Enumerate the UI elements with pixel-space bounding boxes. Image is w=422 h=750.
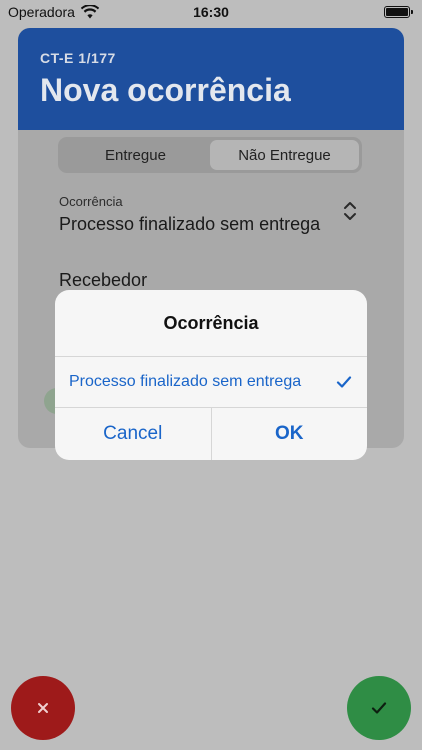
battery-icon [384,6,413,18]
confirm-fab[interactable] [347,676,411,740]
cte-subtitle: CT-E 1/177 [40,50,116,66]
checkmark-icon [336,376,352,388]
dialog-actions: Cancel OK [55,408,367,460]
card-header: CT-E 1/177 Nova ocorrência [18,28,404,130]
status-left: Operadora [8,4,99,20]
dialog-title: Ocorrência [55,290,367,357]
ok-button[interactable]: OK [210,408,368,460]
ocorrencia-label: Ocorrência [59,194,123,209]
chevron-up-down-icon[interactable] [342,200,358,222]
ocorrencia-picker-value[interactable]: Processo finalizado sem entrega [59,214,320,235]
page-title: Nova ocorrência [40,72,291,108]
segment-entregue[interactable]: Entregue [61,140,210,170]
dialog-option-label: Processo finalizado sem entrega [69,373,302,390]
checkmark-icon [371,702,387,714]
wifi-icon [80,5,99,19]
carrier-label: Operadora [8,4,75,20]
cancel-button[interactable]: Cancel [55,408,211,460]
ocorrencia-dialog: Ocorrência Processo finalizado sem entre… [55,290,367,460]
delivery-status-segmented-control[interactable]: Entregue Não Entregue [58,137,362,173]
close-icon [38,703,48,713]
battery-level [386,8,408,16]
segment-nao-entregue[interactable]: Não Entregue [210,140,359,170]
recebedor-label: Recebedor [59,270,148,290]
cancel-fab[interactable] [11,676,75,740]
status-bar: Operadora 16:30 [0,0,422,24]
dialog-option-selected[interactable]: Processo finalizado sem entrega [55,357,367,408]
